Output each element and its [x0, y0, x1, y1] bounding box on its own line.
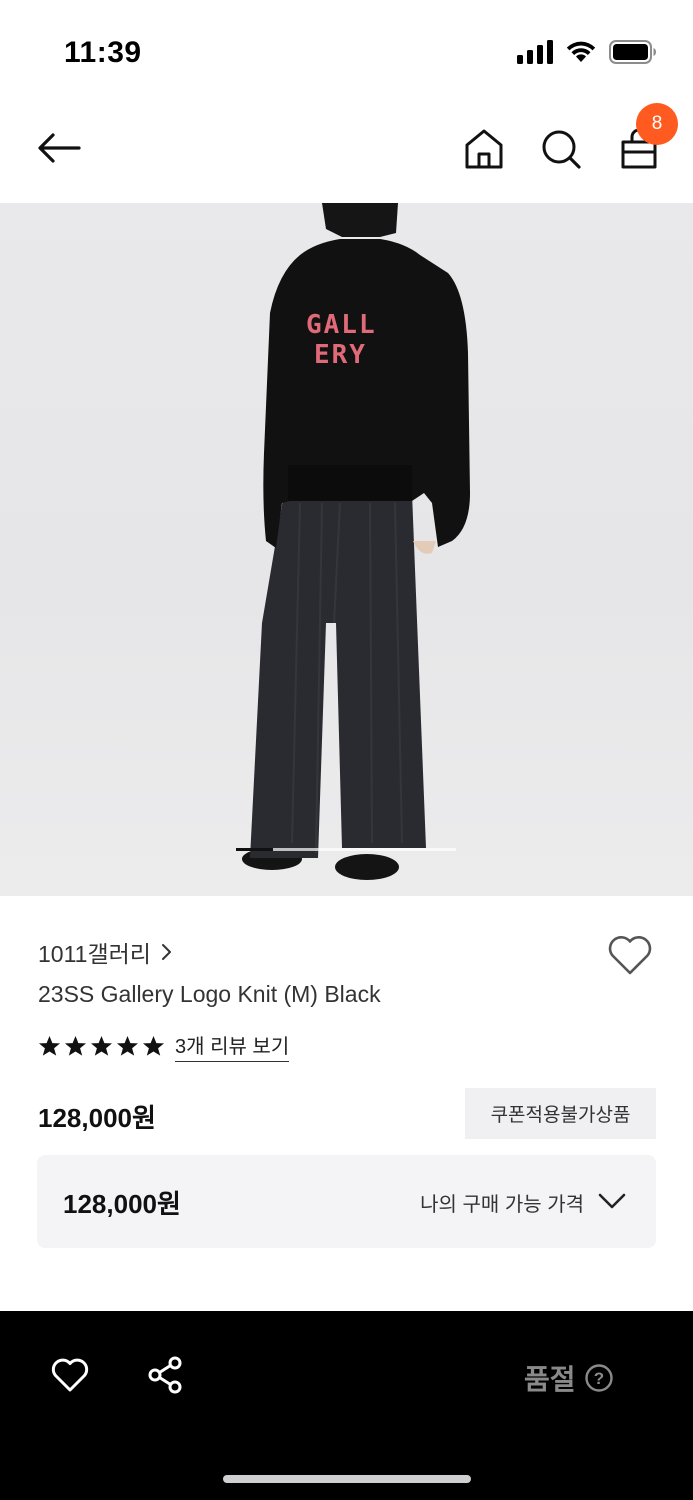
- cellular-signal-icon: [517, 40, 553, 64]
- search-icon: [542, 130, 581, 169]
- product-image[interactable]: GALL ERY: [0, 203, 693, 896]
- rating-stars: [38, 1035, 165, 1057]
- search-button[interactable]: [539, 126, 583, 172]
- star-icon: [90, 1035, 113, 1056]
- my-price-value: 128,000원: [63, 1189, 181, 1219]
- chevron-right-icon: [161, 944, 171, 960]
- cart-count-badge: 8: [636, 103, 678, 145]
- back-button[interactable]: [34, 126, 84, 170]
- bottom-wishlist-button[interactable]: [50, 1355, 90, 1395]
- share-icon: [148, 1356, 182, 1394]
- model-photo: GALL ERY: [242, 203, 470, 880]
- status-time: 11:39: [64, 36, 142, 69]
- product-title: 23SS Gallery Logo Knit (M) Black: [38, 981, 381, 1007]
- status-icons: [517, 40, 657, 64]
- wishlist-button[interactable]: [606, 932, 654, 978]
- product-price: 128,000원: [38, 1103, 156, 1133]
- help-glyph: ?: [593, 1369, 603, 1388]
- star-icon: [116, 1035, 139, 1056]
- brand-name: 1011갤러리: [38, 941, 151, 967]
- arrow-left-icon: [38, 133, 81, 163]
- home-button[interactable]: [462, 126, 506, 172]
- review-link[interactable]: 3개 리뷰 보기: [175, 1030, 290, 1062]
- share-button[interactable]: [146, 1355, 186, 1395]
- star-icon: [64, 1035, 87, 1056]
- help-icon[interactable]: ?: [584, 1363, 614, 1393]
- soldout-label: 품절: [524, 1364, 576, 1395]
- home-indicator[interactable]: [223, 1475, 471, 1483]
- svg-text:ERY: ERY: [314, 340, 367, 370]
- rating-row: 3개 리뷰 보기: [38, 1030, 290, 1062]
- image-carousel-active-segment: [236, 848, 274, 851]
- star-icon: [142, 1035, 165, 1056]
- bottom-action-bar: 품절 ?: [0, 1311, 693, 1500]
- heart-outline-icon: [51, 1358, 89, 1392]
- heart-outline-icon: [608, 936, 652, 975]
- status-bar: 11:39: [0, 0, 693, 100]
- wifi-icon: [566, 41, 596, 62]
- star-icon: [38, 1035, 61, 1056]
- top-nav: [0, 100, 693, 203]
- home-icon: [465, 129, 503, 169]
- my-price-dropdown[interactable]: 128,000원 나의 구매 가능 가격: [37, 1155, 656, 1248]
- battery-icon: [609, 40, 656, 64]
- chevron-down-icon: [598, 1193, 626, 1209]
- svg-text:GALL: GALL: [306, 310, 377, 340]
- coupon-unavailable-badge: 쿠폰적용불가상품: [465, 1088, 656, 1139]
- image-carousel-indicator: [236, 848, 456, 851]
- soldout-status: 품절 ?: [524, 1358, 614, 1398]
- brand-link[interactable]: 1011갤러리: [38, 935, 173, 969]
- my-price-label: 나의 구매 가능 가격: [420, 1194, 584, 1216]
